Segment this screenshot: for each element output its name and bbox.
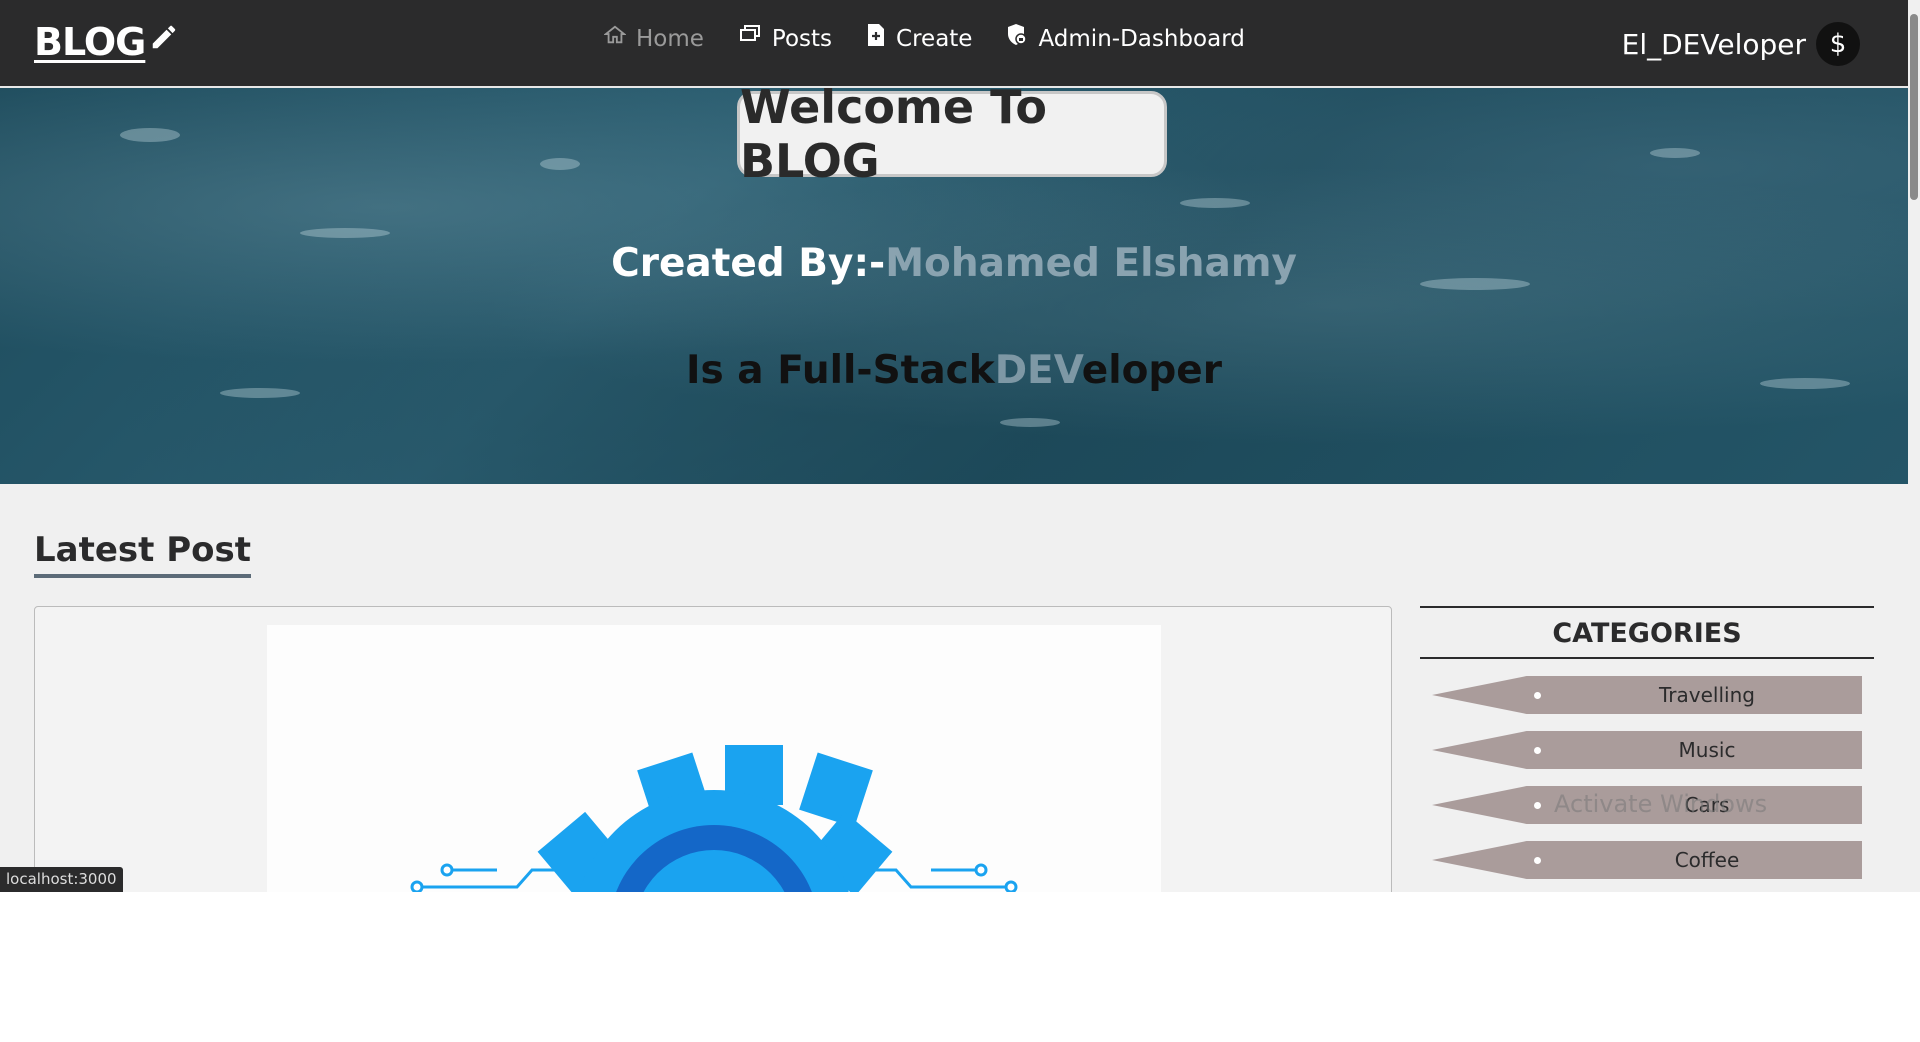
category-label: Travelling [1659,683,1755,707]
posts-icon [739,25,760,41]
water-texture [300,228,390,238]
navbar: BLOG Home Posts Create Admin-Dashboard E… [0,0,1908,88]
role-prefix: Is a Full-Stack [686,348,995,393]
home-icon [604,25,626,44]
section-title: Latest Post [34,530,252,578]
role-suffix: eloper [1081,348,1222,393]
activate-windows-watermark: Activate Windows [1554,790,1768,818]
categories-panel: CATEGORIES Travelling Music Cars Coffee [1420,606,1874,879]
brand-logo[interactable]: BLOG [34,20,179,64]
browser-viewport: BLOG Home Posts Create Admin-Dashboard E… [0,0,1920,892]
welcome-banner: Welcome To BLOG [737,88,1167,188]
bullet-icon [1534,857,1541,864]
created-by-line: Created By:-Mohamed Elshamy [0,241,1908,286]
avatar[interactable]: $ [1816,22,1860,66]
hero-banner: Welcome To BLOG Created By:-Mohamed Elsh… [0,88,1908,484]
water-texture [120,128,180,142]
nav-posts-label: Posts [771,26,833,52]
status-bar-url: localhost:3000 [0,867,123,892]
category-item-travelling[interactable]: Travelling [1432,676,1862,714]
nav-home[interactable]: Home [604,25,704,52]
username[interactable]: El_DEVeloper [1622,28,1806,61]
dollar-icon: $ [1829,29,1847,59]
nav-admin-label: Admin-Dashboard [1038,26,1245,52]
author-name: Mohamed Elshamy [885,241,1297,286]
main-nav: Home Posts Create Admin-Dashboard [604,24,1279,52]
bullet-icon [1534,747,1541,754]
brand-text[interactable]: BLOG [34,20,146,64]
role-highlight: DEV [994,348,1082,393]
category-item-coffee[interactable]: Coffee [1432,841,1862,879]
nav-create-label: Create [896,26,973,52]
gear-icon [410,745,1018,892]
scrollbar[interactable] [1908,0,1920,892]
category-label: Coffee [1674,848,1740,872]
water-texture [540,158,580,170]
pencil-icon [153,25,176,49]
nav-create[interactable]: Create [866,24,973,52]
water-texture [1650,148,1700,158]
nav-admin-dashboard[interactable]: Admin-Dashboard [1006,24,1245,52]
bullet-icon [1534,692,1541,699]
post-card[interactable] [34,606,1392,892]
category-label: Music [1678,738,1736,762]
shield-lock-icon [1008,24,1028,45]
user-menu[interactable]: El_DEVeloper $ [1622,22,1860,66]
category-item-music[interactable]: Music [1432,731,1862,769]
scrollbar-thumb[interactable] [1910,14,1918,200]
water-texture [1180,198,1250,208]
created-prefix: Created By:- [611,241,886,286]
bullet-icon [1534,802,1541,809]
nav-posts[interactable]: Posts [738,25,833,52]
nav-home-label: Home [636,26,704,52]
post-image[interactable] [267,625,1161,892]
file-plus-icon [868,24,885,46]
water-texture [1000,418,1060,427]
categories-title: CATEGORIES [1420,606,1874,659]
role-line: Is a Full-StackDEVeloper [0,348,1908,393]
